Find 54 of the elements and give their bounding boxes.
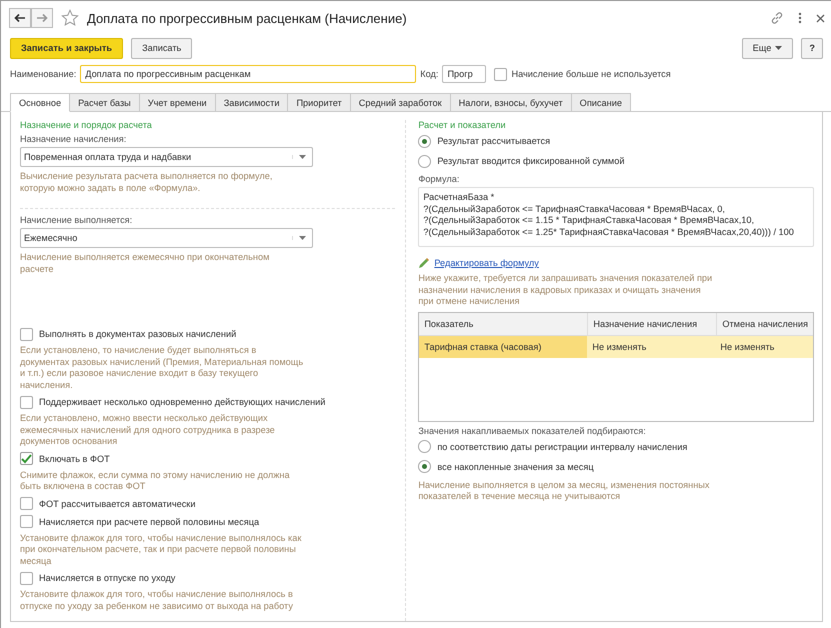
radio-label: Результат вводится фиксированной суммой: [437, 156, 624, 166]
tab[interactable]: Основное: [10, 93, 70, 112]
name-label: Наименование:: [10, 69, 76, 79]
hint-text: Если установлено, можно ввести несколько действующих ежемесячных начислений для одного сотрудника в разрезе документов основания: [20, 413, 276, 448]
field-label: Назначение начисления:: [20, 134, 128, 144]
checkbox-label: ФОТ рассчитывается автоматически: [39, 498, 196, 508]
tab[interactable]: Зависимости: [216, 93, 288, 112]
hint-text: Вычисление результата расчета выполняется по формуле, которую можно задать в поле «Формула».: [20, 171, 274, 194]
code-label: Код:: [420, 69, 438, 79]
radio-label: все накопленные значения за месяц: [437, 462, 594, 472]
table-cell: Тарифная ставка (часовая): [419, 336, 588, 358]
help-button[interactable]: ?: [801, 38, 823, 58]
hint-text: Если установлено, то начисление будет выполняться в документах разовых начислений (Премия, Материальная помощь и т.п.) если разовое начисление входит в базу текущего начисления.: [20, 345, 304, 391]
column-header: Показатель: [419, 312, 588, 334]
hint-text: Начисление выполняется ежемесячно при окончательном расчете: [20, 252, 270, 275]
radio-label: по соответствию даты регистрации интервалу начисления: [437, 442, 688, 452]
tab[interactable]: Описание: [572, 93, 631, 112]
hint-text: Установите флажок для того, чтобы начисление выполнялось в отпуске по уходу за ребенком не зависимо от выхода на работу: [20, 589, 294, 612]
edit-formula-link[interactable]: Редактировать формулу: [434, 258, 539, 268]
purpose-dropdown[interactable]: Повременная оплата труда и надбавки: [20, 147, 313, 167]
tab[interactable]: Учет времени: [140, 93, 216, 112]
save-and-close-button[interactable]: Записать и закрыть: [10, 38, 124, 58]
formula-field[interactable]: РасчетнаяБаза * ?(СдельныйЗаработок <= ТарифнаяСтавкаЧасовая * ВремяВЧасах, 0, ?(СдельныйЗаработок <= 1.15 * ТарифнаяСтавкаЧасовая * ВремяВЧасах,10, ?(СдельныйЗаработок <= 1.25* ТарифнаяСтавкаЧасовая * ВремяВЧасах,20,40))) / 100: [418, 187, 814, 247]
name-field[interactable]: Доплата по прогрессивным расценкам: [80, 65, 416, 83]
field-label: Формула:: [418, 174, 460, 184]
table-cell-text: Не изменять: [719, 340, 776, 354]
column-header: Отмена начисления: [721, 318, 809, 330]
column-header: Назначение начисления: [588, 312, 718, 334]
checkbox-label: Начисление больше не используется: [511, 69, 671, 79]
checkbox-label: Включать в ФОТ: [39, 454, 110, 464]
hint-text: Начисление выполняется в целом за месяц, изменения постоянных показателей в течение месяца не учитываются: [418, 480, 711, 502]
section-title: Расчет и показатели: [418, 120, 507, 130]
table-row[interactable]: Тарифная ставка (часовая) Не изменять Не изменять: [419, 336, 813, 358]
checkbox-label: Начисляется в отпуске по уходу: [39, 573, 176, 583]
hint-text: Ниже укажите, требуется ли запрашивать значения показателей при назначении начисления в кадровых приказах и очищать значения при отмене начисления: [418, 273, 714, 308]
checkbox-label: Начисляется при расчете первой половины месяца: [39, 516, 260, 526]
tab[interactable]: Налоги, взносы, бухучет: [450, 93, 572, 112]
tab[interactable]: Расчет базы: [70, 93, 140, 112]
code-field[interactable]: Прогр: [442, 65, 486, 83]
period-dropdown[interactable]: Ежемесячно: [20, 228, 313, 248]
checkbox-label: Выполнять в документах разовых начислений: [39, 329, 236, 339]
field-label: Значения накапливаемых показателей подбираются:: [418, 426, 647, 436]
window-title: Доплата по прогрессивным расценкам (Начисление): [87, 10, 407, 26]
hint-text: Снимите флажок, если сумма по этому начислению не должна быть включена в состав ФОТ: [20, 470, 291, 492]
tab[interactable]: Приоритет: [288, 93, 351, 112]
hint-text: Установите флажок для того, чтобы начисление выполнялось как при окончательном расчете, так и при расчете первой половины месяца: [20, 532, 302, 567]
radio-label: Результат рассчитывается: [437, 136, 550, 146]
save-button[interactable]: Записать: [131, 38, 192, 58]
tab[interactable]: Средний заработок: [350, 93, 451, 112]
checkbox-label: Поддерживает несколько одновременно действующих начислений: [39, 397, 326, 407]
more-button[interactable]: Еще: [742, 38, 794, 58]
section-title: Назначение и порядок расчета: [20, 120, 153, 130]
table-cell-text: Не изменять: [591, 340, 648, 354]
field-label: Начисление выполняется:: [20, 215, 134, 225]
